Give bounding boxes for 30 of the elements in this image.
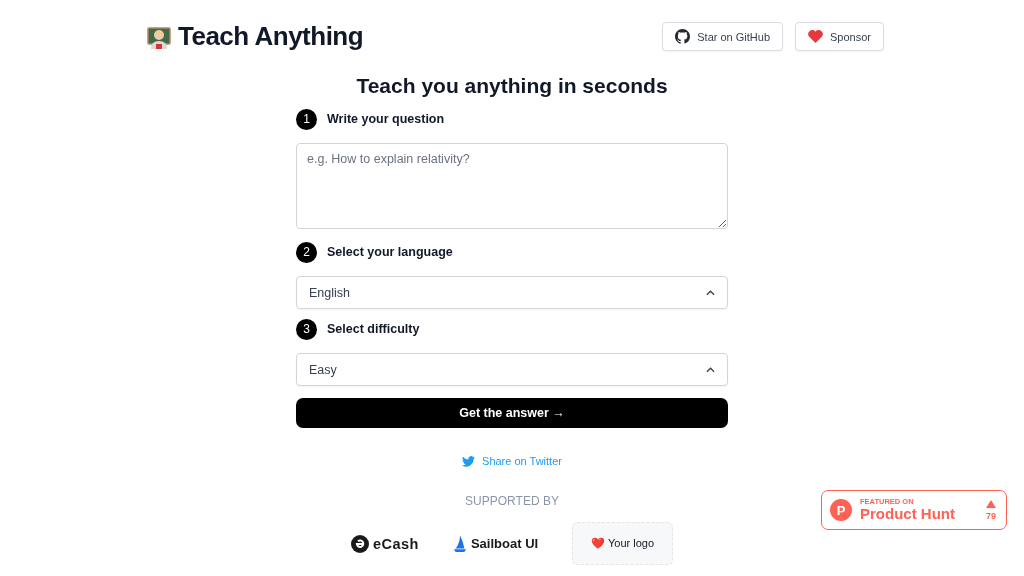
- get-answer-button[interactable]: Get the answer →: [296, 398, 728, 428]
- product-hunt-logo: P: [830, 499, 852, 521]
- github-star-button[interactable]: Star on GitHub: [662, 22, 783, 51]
- teacher-icon: [147, 24, 171, 49]
- select-dropdown[interactable]: English: [296, 276, 728, 309]
- your-logo-slot[interactable]: ❤ Your logo: [572, 522, 674, 565]
- ecash-logo[interactable]: eCash: [350, 534, 419, 553]
- brand-title: Teach Anything: [178, 21, 364, 52]
- step-label: Select difficulty: [327, 322, 420, 336]
- heart-icon: [808, 30, 823, 43]
- step-number: 3: [296, 318, 317, 340]
- step-label: Select your language: [327, 245, 453, 259]
- chevron-up-icon: [706, 289, 715, 296]
- question-field[interactable]: e.g. How to explain relativity?: [296, 143, 728, 229]
- sponsor-button[interactable]: Sponsor: [795, 22, 884, 51]
- badge-title: Product Hunt: [860, 505, 956, 522]
- ecash-icon: [350, 534, 369, 553]
- step-number: 2: [296, 241, 317, 263]
- bird-icon: [462, 455, 476, 467]
- supported-by-heading: SUPPORTED BY: [465, 494, 559, 508]
- chevron-up-icon: [706, 366, 715, 373]
- github-icon: [675, 29, 691, 44]
- step-number: 1: [296, 108, 317, 130]
- sailboat-logo[interactable]: Sailboat UI: [452, 534, 539, 553]
- step-label: Write your question: [327, 112, 445, 126]
- select-dropdown[interactable]: Easy: [296, 353, 728, 386]
- page-heading: Teach you anything in seconds: [356, 74, 668, 98]
- upvote-icon: [986, 499, 996, 508]
- vote-count: 79: [986, 510, 996, 521]
- sailboat-icon: [452, 534, 467, 553]
